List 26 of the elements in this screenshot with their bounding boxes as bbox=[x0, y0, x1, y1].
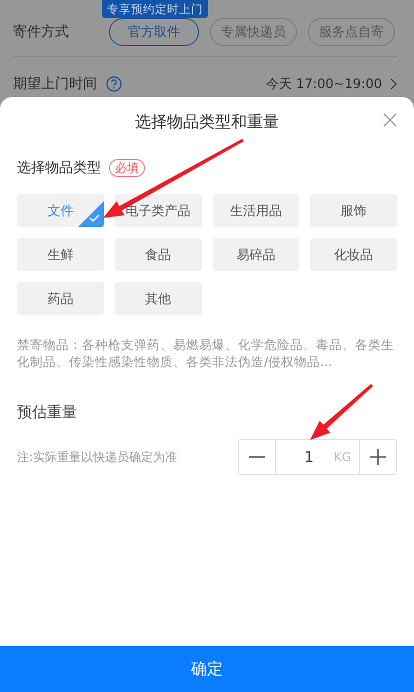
sheet-title: 选择物品类型和重量 bbox=[135, 112, 279, 132]
tooltip: 专享预约定时上门 bbox=[102, 0, 208, 18]
item-type-option[interactable]: 其他 bbox=[114, 282, 202, 315]
item-type-option[interactable]: 化妆品 bbox=[310, 238, 397, 271]
row-label: 寄件方式 bbox=[13, 23, 70, 41]
item-type-option[interactable]: 服饰 bbox=[310, 194, 397, 227]
section-label: 选择物品类型 bbox=[17, 159, 101, 177]
chevron-right-icon[interactable] bbox=[390, 78, 397, 90]
item-type-option[interactable]: 生活用品 bbox=[212, 194, 300, 227]
section-label: 预估重量 bbox=[17, 403, 78, 422]
check-icon bbox=[78, 201, 104, 227]
plus-icon bbox=[369, 448, 387, 466]
weight-note: 注:实际重量以快递员确定为准 bbox=[17, 448, 178, 466]
item-type-option[interactable]: 电子类产品 bbox=[114, 194, 202, 227]
minus-icon bbox=[248, 456, 266, 458]
item-type-option[interactable]: 食品 bbox=[114, 238, 202, 271]
required-badge: 必填 bbox=[109, 159, 145, 177]
item-type-option[interactable]: 生鲜 bbox=[17, 238, 104, 271]
prohibited-items-note: 禁寄物品：各种枪支弹药、易燃易爆、化学危险品、毒品、各类生化制品、传染性感染性物质、各类非法伪造/侵权物品... bbox=[17, 336, 395, 370]
pickup-time-value[interactable]: 今天 17:00~19:00 bbox=[266, 75, 382, 93]
item-type-option[interactable]: 易碎品 bbox=[212, 238, 300, 271]
help-icon[interactable] bbox=[106, 76, 122, 92]
close-icon[interactable] bbox=[383, 113, 397, 127]
confirm-button[interactable]: 确定 bbox=[0, 646, 414, 692]
item-type-option[interactable]: 药品 bbox=[17, 282, 104, 315]
row-label: 期望上门时间 bbox=[13, 75, 97, 93]
